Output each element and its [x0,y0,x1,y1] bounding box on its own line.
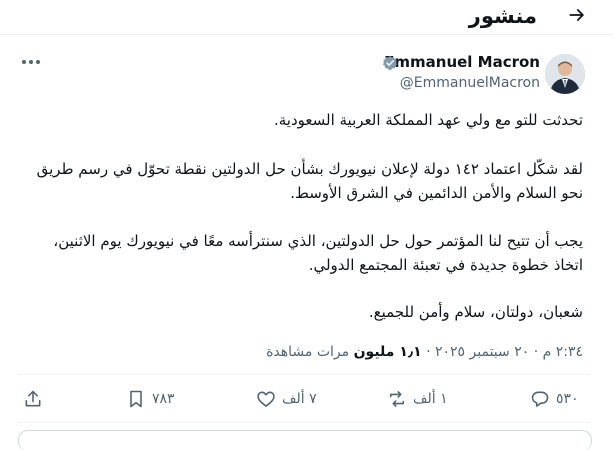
repost-button[interactable]: ١ ألف [387,386,448,412]
more-options-button[interactable] [20,54,42,70]
reply-button[interactable]: ٥٣٠ [530,386,579,412]
author-handle[interactable]: @EmmanuelMacron [400,74,540,92]
meta-divider [18,374,590,375]
page-title: منشور [468,4,537,28]
post-paragraph: شعبان، دولتان، سلام وأمن للجميع. [368,303,583,321]
share-button[interactable] [23,386,43,412]
bookmark-count: ٧٨٣ [152,391,175,407]
arrow-right-icon [569,9,584,21]
bookmark-icon [130,390,142,408]
post-paragraph: لقد شكّل اعتماد ١٤٢ دولة لإعلان نيويورك … [36,160,583,202]
share-icon [25,390,41,407]
verified-badge-icon [383,56,397,70]
more-horizontal-icon [22,60,40,64]
post-timestamp[interactable]: ٢:٣٤ م · ٢٠ سبتمبر ٢٠٢٥ · [422,344,583,360]
page-header: منشور [0,0,613,34]
post-paragraph: تحدثت للتو مع ولي عهد المملكة العربية ال… [273,111,583,129]
repost-count: ١ ألف [413,391,448,407]
reply-count: ٥٣٠ [556,391,579,407]
avatar[interactable] [545,54,585,94]
actions-divider [18,422,590,423]
views-label: مرات مشاهدة [266,344,354,360]
repost-icon [389,391,405,407]
like-button[interactable]: ٧ ألف [256,386,317,412]
back-button[interactable] [566,4,588,26]
reply-composer[interactable] [18,430,592,451]
views-count: ١٫١ مليون [353,344,422,360]
like-count: ٧ ألف [282,391,317,407]
comment-icon [531,391,549,407]
author-name[interactable]: Emmanuel Macron [384,53,540,71]
heart-icon [257,391,275,407]
post-meta: ٢:٣٤ م · ٢٠ سبتمبر ٢٠٢٥ · ١٫١ مليون مرات… [266,342,583,362]
bookmark-button[interactable]: ٧٨٣ [126,386,175,412]
header-divider [0,34,613,35]
post-paragraph: يجب أن تتيح لنا المؤتمر حول حل الدولتين،… [53,232,583,274]
